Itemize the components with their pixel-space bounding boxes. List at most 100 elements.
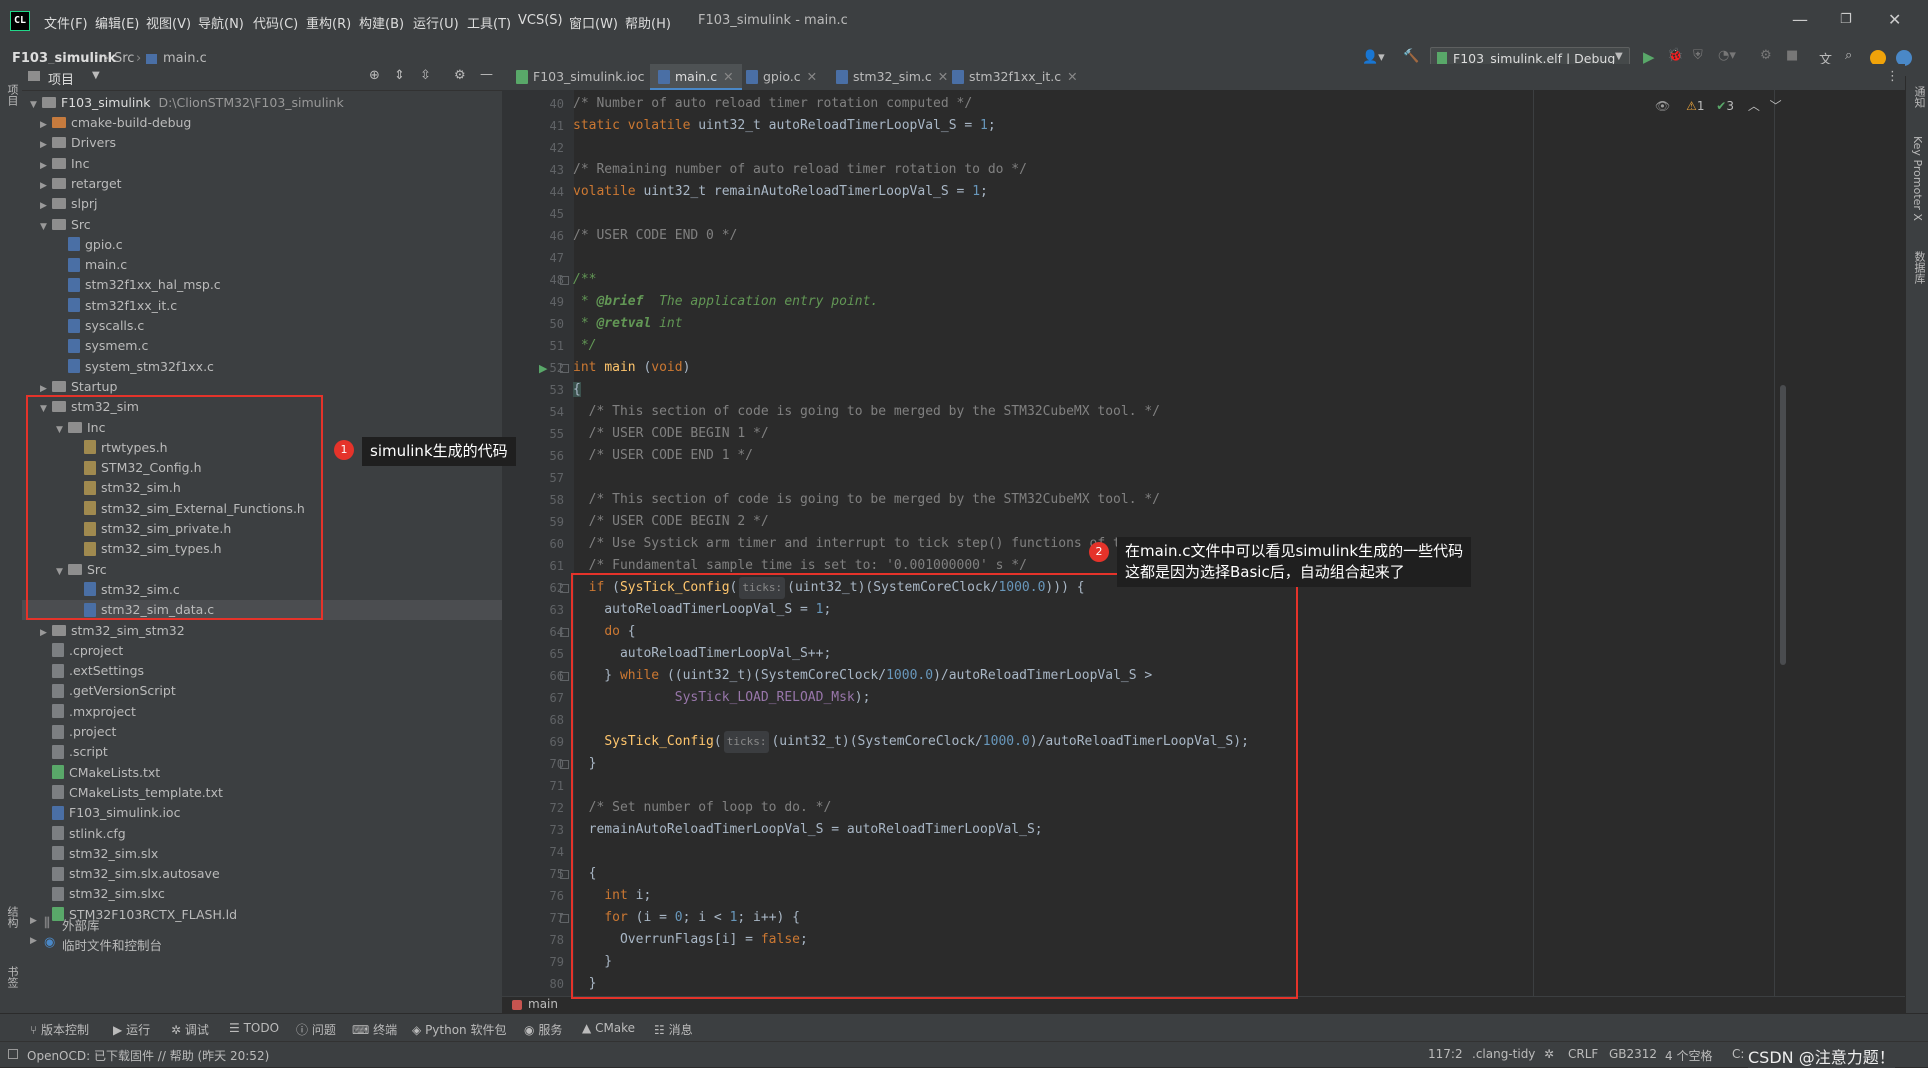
tree-file[interactable]: stm32_sim.slx <box>40 844 158 864</box>
hide-icon[interactable]: — <box>480 67 493 82</box>
tree-file[interactable]: CMakeLists_template.txt <box>40 783 223 803</box>
debug-bug-icon[interactable]: 🐞 <box>1667 48 1683 63</box>
status-indent[interactable]: 4 个空格 <box>1665 1047 1712 1064</box>
tree-file[interactable]: F103_simulink.ioc <box>40 803 180 823</box>
tree-scratches[interactable]: ▶ ◉ 临时文件和控制台 <box>22 933 502 953</box>
code-breadcrumb-main[interactable]: main <box>528 997 558 1011</box>
code-minimap[interactable] <box>1774 90 1906 996</box>
profile-icon[interactable]: ◔▾ <box>1718 48 1736 63</box>
menu-code[interactable]: 代码(C) <box>253 13 298 32</box>
tool-run[interactable]: ▶ 运行 <box>113 1021 150 1038</box>
fold-icon[interactable] <box>560 628 569 637</box>
fold-icon[interactable] <box>560 672 569 681</box>
menu-file[interactable]: 文件(F) <box>44 13 88 32</box>
status-caret-position[interactable]: 117:2 <box>1428 1047 1463 1061</box>
tree-file[interactable]: CMakeLists.txt <box>40 763 160 783</box>
locate-icon[interactable]: ⊕ <box>369 68 380 83</box>
fold-icon[interactable] <box>560 276 569 285</box>
menu-vcs[interactable]: VCS(S) <box>518 13 563 28</box>
fold-icon[interactable] <box>560 914 569 923</box>
status-toggle-icon[interactable] <box>8 1049 18 1059</box>
menu-help[interactable]: 帮助(H) <box>625 13 671 32</box>
tool-python-packages[interactable]: ◈ Python 软件包 <box>412 1021 506 1038</box>
tree-file[interactable]: stm32_sim.slx.autosave <box>40 864 220 884</box>
tree-file[interactable]: syscalls.c <box>56 316 144 336</box>
fold-icon[interactable] <box>560 870 569 879</box>
status-settings-icon[interactable]: ✲ <box>1544 1047 1554 1061</box>
tree-folder[interactable]: ▶ Drivers <box>40 133 116 153</box>
tool-database-label[interactable]: 数据库 <box>1911 251 1927 284</box>
tree-file[interactable]: stlink.cfg <box>40 824 126 844</box>
menu-tools[interactable]: 工具(T) <box>467 13 511 32</box>
status-message[interactable]: OpenOCD: 已下载固件 // 帮助 (昨天 20:52) <box>27 1047 269 1064</box>
tool-bookmarks-label[interactable]: 书签 <box>4 966 20 988</box>
menu-refactor[interactable]: 重构(R) <box>306 13 351 32</box>
tool-messages[interactable]: ☷ 消息 <box>654 1021 693 1038</box>
tree-file[interactable]: sysmem.c <box>56 336 148 356</box>
search-icon[interactable]: ⌕ <box>1845 48 1852 63</box>
fold-icon[interactable] <box>560 760 569 769</box>
tree-folder[interactable]: ▶ retarget <box>40 174 122 194</box>
gear-icon[interactable]: ⚙ <box>454 68 466 83</box>
tree-root[interactable]: ▼ F103_simulink D:\ClionSTM32\F103_simuli… <box>30 93 344 113</box>
tool-debug[interactable]: ✲ 调试 <box>171 1021 209 1038</box>
run-gutter-icon[interactable]: ▶ <box>539 362 547 375</box>
tool-structure-label[interactable]: 结构 <box>4 906 20 928</box>
tool-cmake[interactable]: ▲ CMake <box>582 1021 635 1035</box>
tab-gpio-c[interactable]: gpio.c ✕ <box>738 64 825 90</box>
more-tabs-icon[interactable]: ⋮ <box>1886 69 1899 84</box>
tree-file[interactable]: stm32f1xx_it.c <box>56 296 177 316</box>
stop-icon[interactable]: ■ <box>1786 48 1798 63</box>
tab-stm32f1xx-it-c[interactable]: stm32f1xx_it.c ✕ <box>944 64 1086 90</box>
tool-terminal[interactable]: ⌨ 终端 <box>352 1021 397 1038</box>
status-linter[interactable]: .clang-tidy <box>1472 1047 1535 1061</box>
tab-stm32-sim-c[interactable]: stm32_sim.c ✕ <box>828 64 956 90</box>
tree-folder[interactable]: ▶ stm32_sim_stm32 <box>40 621 185 641</box>
menu-run[interactable]: 运行(U) <box>413 13 459 32</box>
tree-file[interactable]: stm32f1xx_hal_msp.c <box>56 275 221 295</box>
tool-project-label[interactable]: 项目 <box>4 84 20 106</box>
tab-ioc[interactable]: F103_simulink.ioc✕ <box>508 64 669 90</box>
tree-external-libraries[interactable]: ▶ ⫼ 外部库 <box>22 913 502 933</box>
tree-file[interactable]: .getVersionScript <box>40 681 176 701</box>
coverage-icon[interactable]: ⛨ <box>1693 48 1703 63</box>
tree-folder[interactable]: ▶ cmake-build-debug <box>40 113 191 133</box>
tool-services[interactable]: ◉ 服务 <box>524 1021 562 1038</box>
tree-folder[interactable]: ▶ Inc <box>40 154 89 174</box>
tree-file[interactable]: stm32_sim.slxc <box>40 884 165 904</box>
menu-edit[interactable]: 编辑(E) <box>95 13 139 32</box>
tree-file[interactable]: .extSettings <box>40 661 144 681</box>
user-icon[interactable]: 👤▾ <box>1362 50 1385 65</box>
tree-file[interactable]: .script <box>40 742 108 762</box>
tool-key-promoter-label[interactable]: Key Promoter X <box>1911 136 1924 221</box>
tool-notifications-label[interactable]: 通知 <box>1911 86 1927 108</box>
build-hammer-icon[interactable]: 🔨 <box>1403 49 1419 64</box>
fold-icon[interactable] <box>560 584 569 593</box>
editor-scrollbar[interactable] <box>1780 385 1786 665</box>
tree-folder[interactable]: ▼ Src <box>40 215 91 235</box>
tool-vcs[interactable]: ⑂ 版本控制 <box>30 1021 89 1038</box>
menu-window[interactable]: 窗口(W) <box>569 13 618 32</box>
tree-file[interactable]: main.c <box>56 255 127 275</box>
inspection-widget[interactable]: 👁 ⚠1 ✔3 ︿ ﹀ <box>1655 97 1782 115</box>
close-icon[interactable]: ✕ <box>1888 10 1901 29</box>
menu-view[interactable]: 视图(V) <box>146 13 191 32</box>
attach-icon[interactable]: ⚙ <box>1760 48 1772 63</box>
tool-todo[interactable]: ☰ TODO <box>229 1021 279 1035</box>
project-panel-title[interactable]: 项目 <box>48 69 74 88</box>
menu-navigate[interactable]: 导航(N) <box>198 13 244 32</box>
tree-folder[interactable]: ▶ Startup <box>40 377 117 397</box>
fold-icon[interactable] <box>560 364 569 373</box>
restore-icon[interactable]: ❐ <box>1840 12 1852 27</box>
tree-file[interactable]: gpio.c <box>56 235 123 255</box>
chevron-down-icon[interactable]: ▼ <box>92 70 100 81</box>
minimize-icon[interactable]: — <box>1792 10 1808 29</box>
tree-file[interactable]: .project <box>40 722 116 742</box>
tree-folder[interactable]: ▶ slprj <box>40 194 98 214</box>
status-encoding[interactable]: GB2312 <box>1609 1047 1657 1061</box>
tree-file[interactable]: system_stm32f1xx.c <box>56 357 214 377</box>
tool-problems[interactable]: ⓘ 问题 <box>296 1021 336 1038</box>
collapse-all-icon[interactable]: ⇳ <box>420 68 431 83</box>
tree-file[interactable]: .mxproject <box>40 702 136 722</box>
tab-main-c[interactable]: main.c ✕ <box>650 64 742 90</box>
